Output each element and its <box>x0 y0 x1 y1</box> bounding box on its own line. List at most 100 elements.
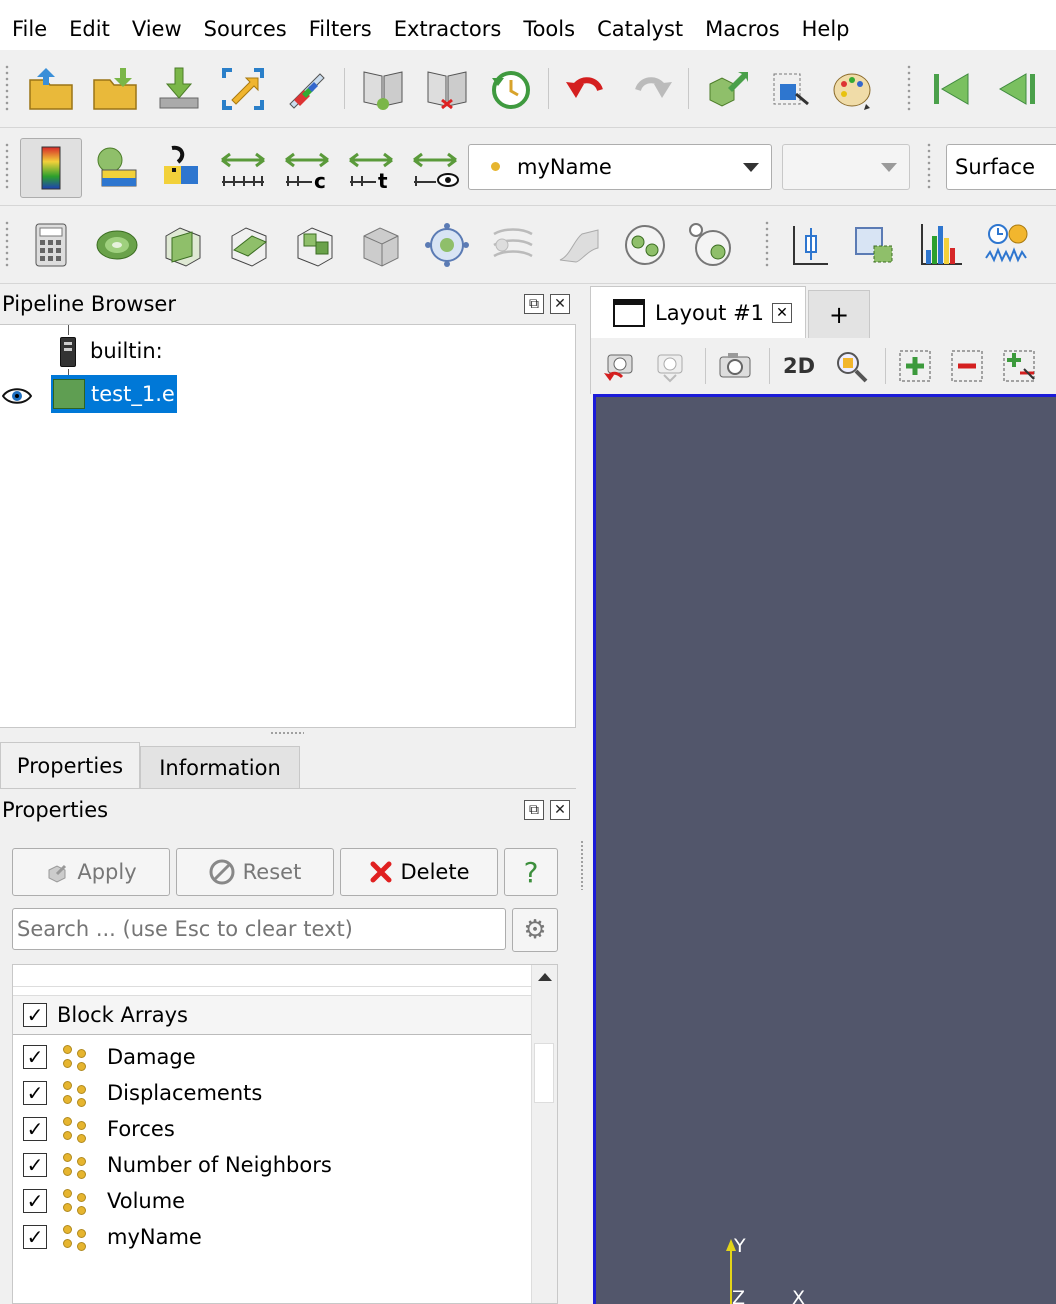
close-tab-icon[interactable]: ✕ <box>772 302 793 323</box>
vertical-splitter[interactable] <box>580 840 584 890</box>
pipeline-item-builtin[interactable]: builtin: <box>90 339 163 363</box>
array-label: Damage <box>107 1045 196 1069</box>
rescale-temporal-range-icon[interactable]: t <box>344 139 398 195</box>
float-panel-icon[interactable]: ⧉ <box>524 800 544 820</box>
stream-tracer-icon <box>486 217 540 273</box>
reset-button: Reset <box>176 848 334 896</box>
header-checkbox[interactable]: ✓ <box>23 1003 47 1027</box>
select-cells-on-icon[interactable] <box>893 344 937 388</box>
extract-subset-icon[interactable] <box>354 217 408 273</box>
menu-tools[interactable]: Tools <box>512 8 586 50</box>
array-checkbox[interactable]: ✓ <box>23 1117 47 1141</box>
header-label: Block Arrays <box>57 1003 188 1027</box>
pipeline-browser: builtin: test_1.e <box>0 324 576 728</box>
threshold-icon[interactable] <box>288 217 342 273</box>
array-checkbox[interactable]: ✓ <box>23 1081 47 1105</box>
close-panel-icon[interactable]: ✕ <box>550 800 570 820</box>
undo-icon[interactable] <box>560 61 614 117</box>
glyph-icon[interactable] <box>420 217 474 273</box>
point-data-icon <box>491 162 500 171</box>
capture-screenshot-icon[interactable] <box>713 344 757 388</box>
rescale-visible-range-icon[interactable] <box>408 139 462 195</box>
plot-data-over-time-icon[interactable] <box>980 217 1034 273</box>
previous-frame-icon[interactable] <box>990 61 1044 117</box>
render-view[interactable]: Y Z X <box>593 394 1056 1304</box>
representation-select[interactable]: Surface <box>946 144 1056 190</box>
tab-properties[interactable]: Properties <box>0 742 140 789</box>
reset-session-icon[interactable] <box>484 61 538 117</box>
close-panel-icon[interactable]: ✕ <box>550 294 570 314</box>
color-map-editor-icon[interactable] <box>764 61 818 117</box>
load-state-icon[interactable] <box>356 61 410 117</box>
array-checkbox[interactable]: ✓ <box>23 1045 47 1069</box>
representation-value: Surface <box>955 155 1036 179</box>
array-label: myName <box>107 1225 202 1249</box>
pipeline-item-test-1-e[interactable]: test_1.e <box>51 375 177 413</box>
y-axis-label: Y <box>734 1235 746 1257</box>
histogram-icon[interactable] <box>914 217 968 273</box>
array-checkbox[interactable]: ✓ <box>23 1225 47 1249</box>
open-file-icon[interactable] <box>24 61 78 117</box>
reset-camera-icon[interactable] <box>700 61 754 117</box>
contour-icon[interactable] <box>90 217 144 273</box>
menu-file[interactable]: File <box>2 8 58 50</box>
tab-layout-1[interactable]: Layout #1 ✕ <box>590 286 806 338</box>
help-button[interactable]: ? <box>504 848 558 896</box>
float-panel-icon[interactable]: ⧉ <box>524 294 544 314</box>
search-input[interactable] <box>12 908 506 950</box>
color-by-select[interactable]: myName <box>468 144 772 190</box>
group-datasets-icon[interactable] <box>618 217 672 273</box>
window-title-bar <box>0 0 1056 8</box>
reset-range-icon[interactable] <box>152 139 206 195</box>
menu-catalyst[interactable]: Catalyst <box>586 8 694 50</box>
menu-extractors[interactable]: Extractors <box>383 8 513 50</box>
save-state-icon[interactable] <box>88 61 142 117</box>
x-axis-label: X <box>792 1287 806 1304</box>
menu-filters[interactable]: Filters <box>298 8 383 50</box>
reset-camera-closest-icon[interactable] <box>599 344 643 388</box>
edit-color-map-icon[interactable] <box>88 139 142 195</box>
toggle-2d-button[interactable]: 2D <box>777 344 821 388</box>
menu-macros[interactable]: Macros <box>694 8 791 50</box>
select-frustum-icon[interactable] <box>997 344 1041 388</box>
scrollbar-thumb[interactable] <box>534 1043 554 1103</box>
plot-over-line-icon[interactable] <box>782 217 836 273</box>
extract-level-icon[interactable] <box>684 217 738 273</box>
first-frame-icon[interactable] <box>924 61 978 117</box>
advanced-properties-button[interactable]: ⚙ <box>512 908 558 952</box>
menu-view[interactable]: View <box>121 8 193 50</box>
tab-information[interactable]: Information <box>140 746 300 788</box>
rescale-custom-range-icon[interactable] <box>216 139 270 195</box>
slice-icon[interactable] <box>222 217 276 273</box>
menu-edit[interactable]: Edit <box>58 8 121 50</box>
list-top-spacer <box>13 965 533 987</box>
python-shell-icon[interactable] <box>280 61 334 117</box>
zoom-to-box-icon[interactable] <box>829 344 873 388</box>
eye-visibility-icon[interactable] <box>1 385 33 407</box>
connect-icon[interactable] <box>216 61 270 117</box>
array-label: Forces <box>107 1117 175 1141</box>
toggle-color-legend-icon[interactable] <box>20 138 82 198</box>
save-state-book-icon[interactable] <box>420 61 474 117</box>
add-layout-tab-button[interactable]: + <box>808 290 870 338</box>
scroll-up-icon[interactable] <box>538 973 552 981</box>
array-checkbox[interactable]: ✓ <box>23 1153 47 1177</box>
z-axis-label: Z <box>732 1287 746 1304</box>
list-item: ✓ Displacements <box>13 1075 262 1111</box>
menu-help[interactable]: Help <box>791 8 861 50</box>
save-data-icon[interactable] <box>152 61 206 117</box>
dataset-cube-icon <box>53 379 85 409</box>
select-points-on-icon[interactable] <box>945 344 989 388</box>
list-scrollbar[interactable] <box>531 965 557 1303</box>
toolbar-grip[interactable] <box>4 64 10 113</box>
rescale-custom-range-c-icon[interactable]: c <box>280 139 334 195</box>
plot-selection-icon[interactable] <box>848 217 902 273</box>
list-item: ✓ Number of Neighbors <box>13 1147 332 1183</box>
array-checkbox[interactable]: ✓ <box>23 1189 47 1213</box>
palette-icon[interactable] <box>828 61 882 117</box>
splitter-handle[interactable] <box>270 731 304 735</box>
delete-button[interactable]: Delete <box>340 848 498 896</box>
menu-sources[interactable]: Sources <box>193 8 298 50</box>
calculator-icon[interactable] <box>24 217 78 273</box>
clip-icon[interactable] <box>156 217 210 273</box>
